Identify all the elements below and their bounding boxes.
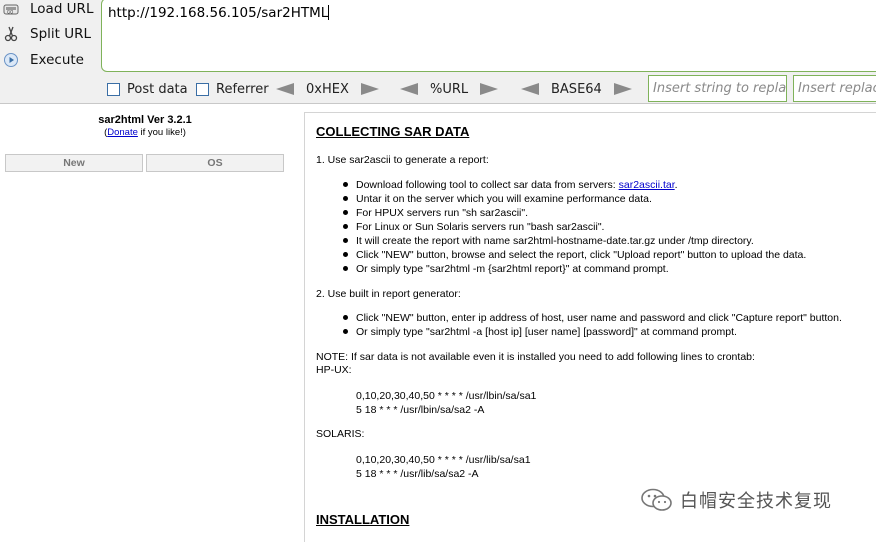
referrer-check-box[interactable] (196, 82, 209, 96)
url-value: http://192.168.56.105/sar2HTML (108, 5, 329, 21)
watermark: 白帽安全技术复现 (640, 486, 832, 514)
url-encode-label: %URL (430, 81, 469, 97)
load-url-label: Load URL (30, 1, 94, 17)
watermark-text: 白帽安全技术复现 (680, 491, 832, 512)
sidebar: sar2html Ver 3.2.1 (Donate if you like!)… (0, 104, 297, 539)
step2-list: Click "NEW" button, enter ip address of … (343, 311, 842, 339)
os-button[interactable]: OS (146, 154, 284, 172)
sar2ascii-download-link[interactable]: sar2ascii.tar (619, 179, 675, 191)
list-item: Click "NEW" button, browse and select th… (343, 248, 806, 262)
list-item: Click "NEW" button, enter ip address of … (343, 311, 842, 325)
list-item: Or simply type "sar2html -m {sar2html re… (343, 262, 806, 276)
installation-heading: INSTALLATION (316, 512, 410, 527)
list-item: Untar it on the server which you will ex… (343, 192, 806, 206)
execute-button[interactable]: Execute (0, 49, 84, 71)
hpux-cron-line: 5 18 * * * /usr/lbin/sa/sa2 -A (356, 404, 485, 416)
post-data-label: Post data (127, 81, 188, 97)
load-url-button[interactable]: GO Load URL (0, 0, 93, 20)
post-data-checkbox[interactable]: Post data (107, 77, 188, 101)
solaris-cron-line: 0,10,20,30,40,50 * * * * /usr/lib/sa/sa1 (356, 454, 531, 466)
url-encode-arrow-icon[interactable] (480, 83, 499, 95)
split-url-label: Split URL (30, 26, 92, 42)
donate-suffix: if you like!) (137, 127, 186, 138)
split-url-button[interactable]: Split URL (0, 23, 91, 45)
svg-text:GO: GO (7, 10, 13, 15)
base64-encode-arrow-icon[interactable] (613, 83, 632, 95)
solaris-label: SOLARIS: (316, 428, 365, 440)
donate-line: (Donate if you like!) (0, 127, 290, 138)
hpux-label: HP-UX: (316, 364, 352, 376)
list-item: It will create the report with name sar2… (343, 234, 806, 248)
url-decode-arrow-icon[interactable] (400, 83, 418, 95)
hex-decode-arrow-icon[interactable] (276, 83, 294, 95)
play-icon (2, 51, 20, 69)
base64-decode-arrow-icon[interactable] (521, 83, 539, 95)
app-title: sar2html Ver 3.2.1 (98, 114, 192, 126)
donate-link[interactable]: Donate (107, 127, 138, 138)
hex-encode-arrow-icon[interactable] (360, 83, 379, 95)
collecting-heading: COLLECTING SAR DATA (316, 124, 470, 139)
url-textarea[interactable]: http://192.168.56.105/sar2HTML (101, 0, 876, 72)
url-encoder: %URL (400, 77, 499, 101)
base64-label: BASE64 (551, 81, 602, 97)
wechat-icon (641, 488, 672, 511)
new-button[interactable]: New (5, 154, 143, 172)
list-item: Or simply type "sar2html -a [host ip] [u… (343, 325, 842, 339)
referrer-checkbox[interactable]: Referrer (196, 77, 269, 101)
replacing-string-input[interactable]: Insert replacing string (793, 75, 876, 102)
hackbar-toolbar: GO Load URL Split URL Execute http://192… (0, 0, 876, 104)
replace-string-input[interactable]: Insert string to replace (648, 75, 787, 102)
scissors-icon (2, 25, 20, 43)
step1-text: 1. Use sar2ascii to generate a report: (316, 154, 489, 166)
load-url-icon: GO (2, 0, 20, 18)
referrer-label: Referrer (216, 81, 269, 97)
post-data-check-box[interactable] (107, 82, 120, 96)
execute-label: Execute (30, 52, 84, 68)
base64-encoder: BASE64 (521, 77, 632, 101)
hpux-cron-line: 0,10,20,30,40,50 * * * * /usr/lbin/sa/sa… (356, 390, 537, 402)
solaris-cron-line: 5 18 * * * /usr/lib/sa/sa2 -A (356, 468, 479, 480)
step2-text: 2. Use built in report generator: (316, 288, 461, 300)
main-content: COLLECTING SAR DATA 1. Use sar2ascii to … (304, 112, 876, 542)
list-item: For Linux or Sun Solaris servers run "ba… (343, 220, 806, 234)
step1-list: Download following tool to collect sar d… (343, 178, 806, 276)
list-item: For HPUX servers run "sh sar2ascii". (343, 206, 806, 220)
hex-label: 0xHEX (306, 81, 349, 97)
crontab-note: NOTE: If sar data is not available even … (316, 351, 755, 363)
text-caret (328, 5, 330, 20)
hex-encoder: 0xHEX (276, 77, 379, 101)
list-item: Download following tool to collect sar d… (343, 178, 806, 192)
